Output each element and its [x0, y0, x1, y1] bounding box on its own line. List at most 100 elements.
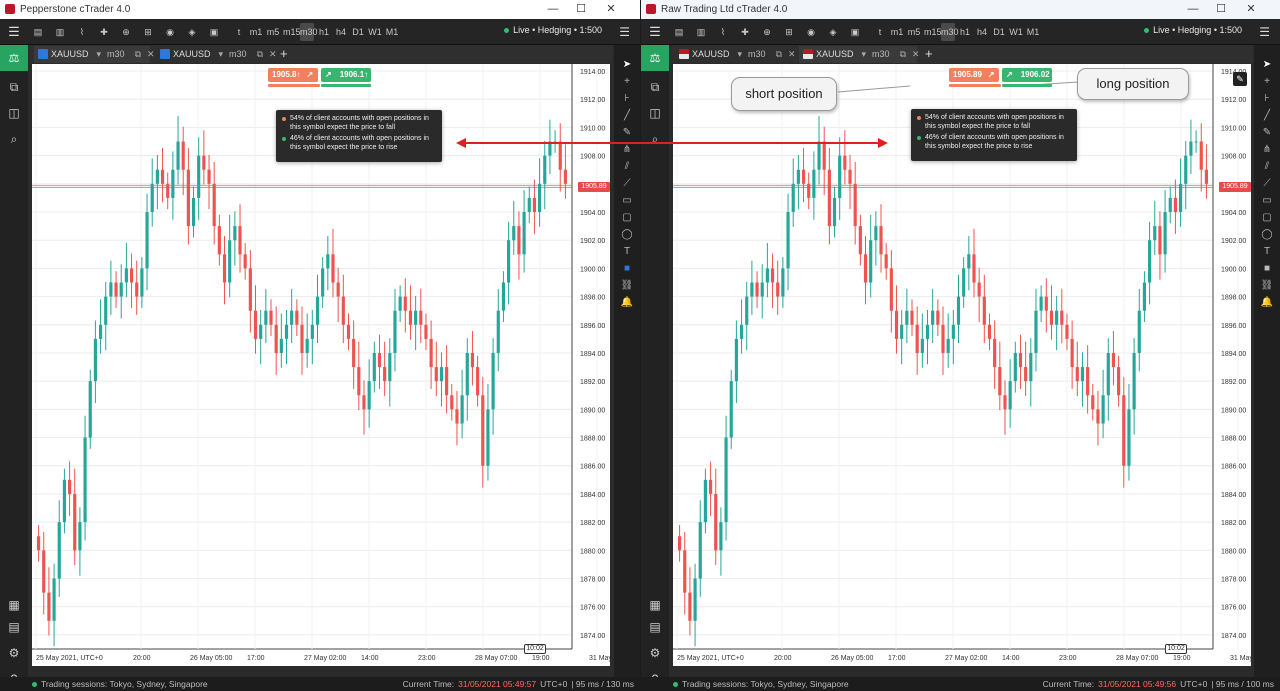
crosshair-icon[interactable]: +	[619, 74, 635, 90]
chart-tab[interactable]: XAUUSD ▾ m30 ⧉ ✕	[799, 46, 920, 63]
line-icon[interactable]: ⌇	[74, 23, 90, 41]
close-tab-icon[interactable]: ✕	[788, 49, 796, 59]
alert-icon[interactable]: 🔔	[1259, 295, 1275, 311]
line-icon[interactable]: ⌇	[715, 23, 731, 41]
chart-tab[interactable]: XAUUSD ▾ m30 ⧉ ✕	[675, 46, 796, 63]
zoom-icon[interactable]: ⊕	[118, 23, 134, 41]
timezone[interactable]: UTC+0	[540, 679, 567, 689]
chart-type-icon[interactable]: ▤	[30, 23, 46, 41]
callout-icon[interactable]: ▢	[1259, 210, 1275, 226]
tab-dropdown-icon[interactable]: ▾	[97, 49, 102, 59]
automate-icon[interactable]: ◫	[645, 103, 665, 123]
timeframe-t[interactable]: t	[873, 23, 887, 41]
copy-icon[interactable]: ⧉	[645, 77, 665, 97]
timeframe-D1[interactable]: D1	[992, 23, 1006, 41]
copy-icon[interactable]: ⧉	[4, 77, 24, 97]
ellipse-icon[interactable]: ◯	[1259, 227, 1275, 243]
watch-icon[interactable]: ◉	[803, 23, 819, 41]
minimize-button[interactable]: —	[538, 1, 568, 18]
chart-type-icon[interactable]: ▤	[671, 23, 687, 41]
trendline-icon[interactable]: ╱	[619, 108, 635, 124]
close-button[interactable]: ✕	[596, 1, 626, 18]
maximize-button[interactable]: ☐	[566, 1, 596, 18]
crosshair-icon[interactable]: +	[1259, 74, 1275, 90]
sell-sentiment-button[interactable]: 1905.8↑ ↗	[268, 68, 318, 82]
tab-timeframe[interactable]: m30	[229, 49, 247, 59]
edit-icon[interactable]: ✎	[1233, 72, 1247, 86]
fib-icon[interactable]: ⊦	[619, 91, 635, 107]
color-icon[interactable]: ■	[1259, 261, 1275, 277]
zoom-icon[interactable]: ⊕	[759, 23, 775, 41]
timeframe-m15[interactable]: m15	[924, 23, 942, 41]
text-icon[interactable]: T	[1259, 244, 1275, 260]
menu-icon[interactable]: ☰	[647, 23, 663, 41]
timeframe-h1[interactable]: h1	[317, 23, 331, 41]
layers-icon[interactable]: ◈	[184, 23, 200, 41]
color-icon[interactable]: ■	[619, 261, 635, 277]
layout-icon[interactable]: ⊞	[781, 23, 797, 41]
layout-icon[interactable]: ⊞	[140, 23, 156, 41]
trendline-icon[interactable]: ╱	[1259, 108, 1275, 124]
timeframe-W1[interactable]: W1	[368, 23, 382, 41]
brush-icon[interactable]: ⫽	[1259, 159, 1275, 175]
timeframe-m15[interactable]: m15	[283, 23, 301, 41]
tab-dropdown-icon[interactable]: ▾	[738, 49, 743, 59]
close-tab-icon[interactable]: ✕	[147, 49, 155, 59]
timeframe-W1[interactable]: W1	[1009, 23, 1023, 41]
candle-icon[interactable]: ▥	[693, 23, 709, 41]
object-manager-icon[interactable]: ⛓	[1259, 278, 1275, 294]
buy-sentiment-button[interactable]: ↗ 1906.1↑	[321, 68, 371, 82]
analyze-icon[interactable]: ⌕	[4, 129, 24, 149]
timeframe-m5[interactable]: m5	[266, 23, 280, 41]
tab-timeframe[interactable]: m30	[872, 49, 890, 59]
screenshot-icon[interactable]: ▣	[206, 23, 222, 41]
settings-icon[interactable]: ⚙	[4, 643, 24, 663]
candle-icon[interactable]: ▥	[52, 23, 68, 41]
close-button[interactable]: ✕	[1236, 1, 1266, 18]
add-tab-icon[interactable]: +	[925, 45, 933, 62]
timeframe-t[interactable]: t	[232, 23, 246, 41]
settings-menu-icon[interactable]: ☰	[1259, 25, 1270, 39]
fib-icon[interactable]: ⊦	[1259, 91, 1275, 107]
tab-timeframe[interactable]: m30	[748, 49, 766, 59]
watch-icon[interactable]: ◉	[162, 23, 178, 41]
timeframe-h4[interactable]: h4	[334, 23, 348, 41]
ruler-icon[interactable]: ⟋	[619, 176, 635, 192]
trade-icon[interactable]: ⚖	[641, 45, 669, 71]
news-icon[interactable]: ▤	[4, 617, 24, 637]
menu-icon[interactable]: ☰	[6, 23, 22, 41]
detach-icon[interactable]: ⧉	[257, 49, 263, 59]
detach-icon[interactable]: ⧉	[900, 49, 906, 59]
ellipse-icon[interactable]: ◯	[619, 227, 635, 243]
rectangle-icon[interactable]: ▭	[1259, 193, 1275, 209]
crosshair-icon[interactable]: ✚	[96, 23, 112, 41]
callout-icon[interactable]: ▢	[619, 210, 635, 226]
detach-icon[interactable]: ⧉	[135, 49, 141, 59]
rectangle-icon[interactable]: ▭	[619, 193, 635, 209]
detach-icon[interactable]: ⧉	[776, 49, 782, 59]
tab-timeframe[interactable]: m30	[107, 49, 125, 59]
settings-icon[interactable]: ⚙	[645, 643, 665, 663]
automate-icon[interactable]: ◫	[4, 103, 24, 123]
timeframe-M1[interactable]: M1	[385, 23, 399, 41]
buy-sentiment-button[interactable]: ↗ 1906.02	[1002, 68, 1052, 82]
object-manager-icon[interactable]: ⛓	[619, 278, 635, 294]
pen-icon[interactable]: ✎	[1259, 125, 1275, 141]
sell-sentiment-button[interactable]: 1905.89 ↗	[949, 68, 999, 82]
pitchfork-icon[interactable]: ⋔	[1259, 142, 1275, 158]
timeframe-m1[interactable]: m1	[890, 23, 904, 41]
screenshot-icon[interactable]: ▣	[847, 23, 863, 41]
account-status[interactable]: Live • Hedging • 1:500	[1144, 25, 1242, 35]
trade-icon[interactable]: ⚖	[0, 45, 28, 71]
text-icon[interactable]: T	[619, 244, 635, 260]
crosshair-icon[interactable]: ✚	[737, 23, 753, 41]
timeframe-m30[interactable]: m30	[300, 23, 318, 41]
cursor-icon[interactable]: ➤	[1259, 57, 1275, 73]
briefcase-icon[interactable]: ▦	[4, 595, 24, 615]
add-tab-icon[interactable]: +	[280, 45, 288, 62]
briefcase-icon[interactable]: ▦	[645, 595, 665, 615]
chart-tab[interactable]: XAUUSD ▾ m30 ⧉ ✕	[156, 46, 277, 63]
layers-icon[interactable]: ◈	[825, 23, 841, 41]
close-tab-icon[interactable]: ✕	[912, 49, 920, 59]
timeframe-m1[interactable]: m1	[249, 23, 263, 41]
